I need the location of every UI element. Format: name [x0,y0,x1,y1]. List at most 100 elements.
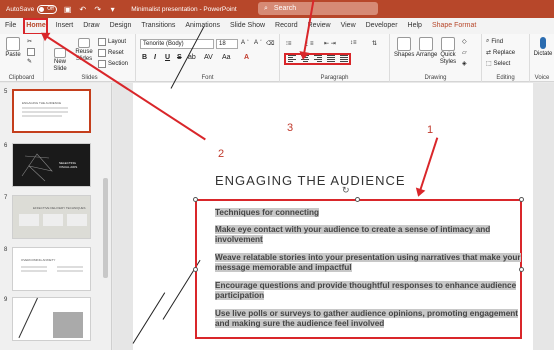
current-slide[interactable]: ENGAGING THE AUDIENCE ↻ Techniques for c… [132,26,533,350]
customize-icon[interactable]: ▾ [108,5,117,14]
title-bar: AutoSave Off ▣ ↶ ↷ ▾ Minimalist presenta… [0,0,554,18]
tab-file[interactable]: File [0,18,21,34]
resize-handle[interactable] [193,197,198,202]
arrange-button[interactable]: Arrange [416,37,438,59]
font-name-select[interactable]: Tenorite (Body) [140,39,214,49]
tab-shape-format[interactable]: Shape Format [427,18,481,34]
section-button[interactable]: Section [98,60,128,68]
tab-record[interactable]: Record [270,18,303,34]
tab-help[interactable]: Help [403,18,427,34]
bold-button[interactable]: B [142,54,147,61]
replace-button[interactable]: ⇄ Replace [486,49,515,57]
new-slide-label-2: Slide [53,66,67,72]
body-paragraph[interactable]: Encourage questions and provide thoughtf… [215,281,525,301]
tab-draw[interactable]: Draw [78,18,104,34]
body-paragraph[interactable]: Use live polls or surveys to gather audi… [215,309,525,329]
text-direction-button[interactable]: ⇅ [372,40,377,47]
copy-button[interactable] [27,48,35,56]
tab-transitions[interactable]: Transitions [136,18,180,34]
resize-handle[interactable] [519,197,524,202]
slide-thumbnail-6[interactable]: SELECTING VISUAL AIDS [12,143,91,187]
paste-button[interactable]: Paste [3,37,23,59]
grow-font-button[interactable]: Aˆ [241,40,249,46]
clear-format-icon[interactable]: ⌫ [266,40,274,47]
search-icon: ⌕ [264,4,268,12]
tab-insert[interactable]: Insert [51,18,79,34]
search-box[interactable]: ⌕ Search [258,2,378,15]
line-spacing-button[interactable]: ↕≡ [350,40,357,46]
drawing-group: Shapes Arrange Quick Styles ◇ ▱ ◈ Drawin… [390,34,482,82]
thumb-title: EFFECTIVE DELIVERY TECHNIQUES [33,206,86,210]
slide-number: 6 [4,143,8,149]
underline-button[interactable]: U [165,54,170,61]
decorative-line [132,292,166,344]
shape-fill-button[interactable]: ◇ [462,38,467,45]
search-placeholder: Search [273,5,297,12]
indent-buttons[interactable]: ⇤ ⇥ [324,40,336,47]
select-button[interactable]: ⬚ Select [486,60,510,68]
thumb-title: ENGAGING THE AUDIENCE [22,101,62,105]
quick-styles-label-2: Styles [439,59,457,65]
reuse-slides-icon [78,38,90,48]
italic-button[interactable]: I [154,54,156,61]
body-paragraph[interactable]: Weave relatable stories into your presen… [215,253,525,273]
arrange-icon [419,37,433,51]
cut-button[interactable]: ✂ [27,38,32,45]
reset-button[interactable]: Reset [98,49,124,57]
select-icon: ⬚ [486,61,492,67]
slide-thumbnail-7[interactable]: EFFECTIVE DELIVERY TECHNIQUES [12,195,91,239]
font-color-button[interactable]: A [244,54,249,61]
autosave-toggle[interactable]: Off [37,4,58,14]
slide-number: 7 [4,195,8,201]
rotate-handle-icon[interactable]: ↻ [342,185,350,196]
body-paragraph[interactable]: Techniques for connecting [215,208,320,218]
undo-icon[interactable]: ↶ [78,5,87,14]
dictate-button[interactable]: Dictate [533,37,553,58]
voice-label: Voice [534,75,550,81]
tab-slide-show[interactable]: Slide Show [225,18,270,34]
find-button[interactable]: ⌕ Find [486,38,503,45]
callout-number-3: 3 [287,122,294,134]
reset-icon [98,49,106,57]
slide-title[interactable]: ENGAGING THE AUDIENCE [215,173,406,188]
shapes-label: Shapes [394,52,415,58]
brush-icon: ✎ [27,59,33,65]
quick-styles-button[interactable]: Quick Styles [438,37,458,66]
clipboard-icon [6,37,20,51]
layout-label: Layout [108,39,127,45]
layout-button[interactable]: Layout [98,38,126,46]
section-label: Section [108,61,129,67]
tab-design[interactable]: Design [105,18,137,34]
new-slide-button[interactable]: New Slide [50,48,70,73]
shapes-button[interactable]: Shapes [394,37,414,59]
slide-number: 5 [4,89,8,95]
format-painter-button[interactable]: ✎ [27,58,32,65]
bullets-button[interactable]: ⁝≡ [286,40,291,47]
char-spacing-button[interactable]: AV [204,54,213,61]
tab-developer[interactable]: Developer [361,18,403,34]
shape-effects-button[interactable]: ◈ [462,60,467,67]
save-icon[interactable]: ▣ [63,5,72,14]
strikethrough-button[interactable]: S [177,54,182,61]
body-paragraph[interactable]: Make eye contact with your audience to c… [215,225,525,245]
tab-view[interactable]: View [336,18,361,34]
slide-thumbnail-8[interactable]: OVERCOMING ANXIETY [12,247,91,291]
thumbnails-scrollbar[interactable] [103,178,108,278]
scissors-icon: ✂ [27,39,33,45]
find-icon: ⌕ [486,38,490,44]
font-size-select[interactable]: 18 [216,39,238,49]
drawing-label: Drawing [424,75,447,81]
arrange-label: Arrange [416,52,438,58]
redo-icon[interactable]: ↷ [93,5,102,14]
change-case-button[interactable]: Aa [222,54,231,61]
clipboard-label: Clipboard [8,75,35,81]
section-icon [98,60,106,68]
slide-thumbnails-panel: 5 ENGAGING THE AUDIENCE 6 SELECTING VISU… [0,83,112,350]
shrink-font-button[interactable]: Aˇ [254,40,262,46]
autosave-label: AutoSave [6,5,35,13]
resize-handle[interactable] [193,267,198,272]
resize-handle[interactable] [355,197,360,202]
slide-thumbnail-9[interactable] [12,297,91,341]
shape-outline-button[interactable]: ▱ [462,49,467,56]
slide-thumbnail-5[interactable]: ENGAGING THE AUDIENCE [12,89,91,133]
